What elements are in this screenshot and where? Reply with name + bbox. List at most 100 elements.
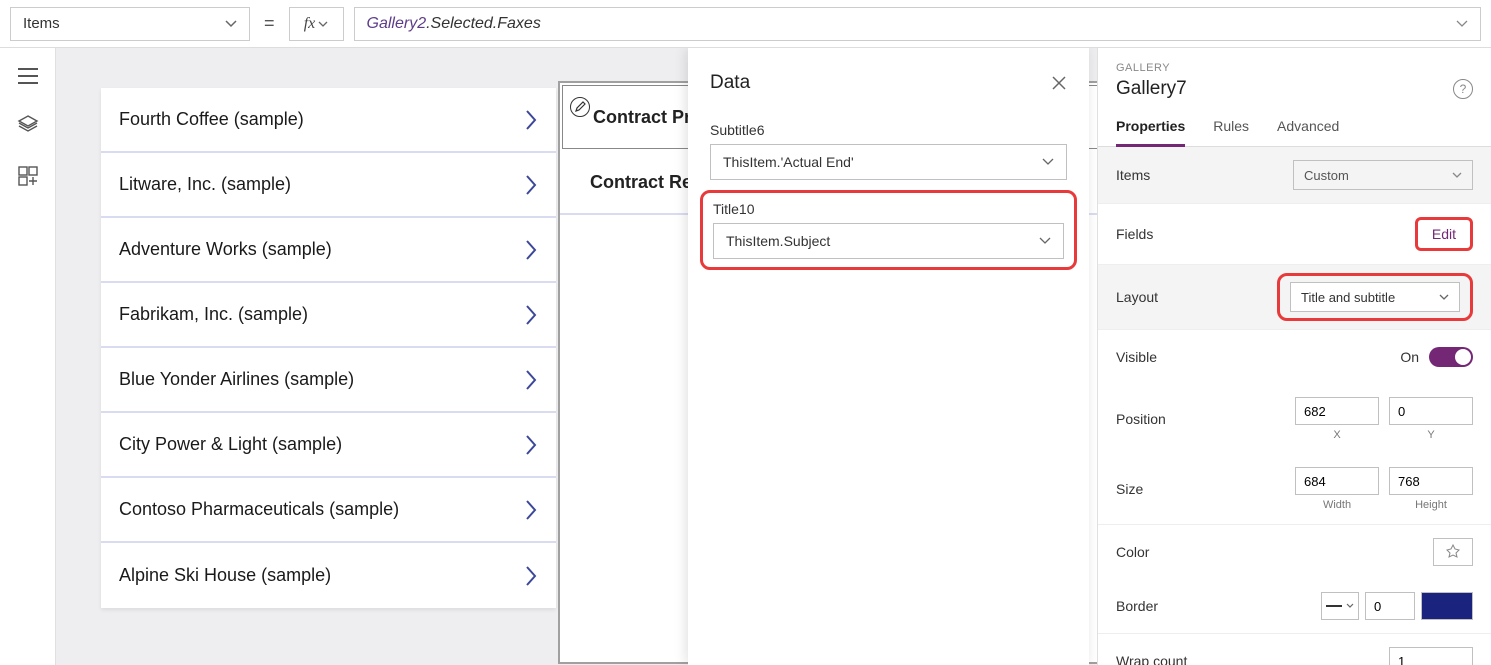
list-item-label: Fourth Coffee (sample) xyxy=(119,109,304,130)
chevron-right-icon xyxy=(524,109,538,131)
subtitle6-value: ThisItem.'Actual End' xyxy=(723,154,854,170)
gallery-accounts[interactable]: Fourth Coffee (sample) Litware, Inc. (sa… xyxy=(101,88,556,608)
fx-label: fx xyxy=(304,15,316,33)
title10-label: Title10 xyxy=(713,201,1064,217)
data-popup-title: Data xyxy=(710,72,750,94)
list-item-label: Adventure Works (sample) xyxy=(119,239,332,260)
visible-toggle[interactable] xyxy=(1429,347,1473,367)
tab-properties[interactable]: Properties xyxy=(1116,118,1185,147)
border-label: Border xyxy=(1116,598,1158,614)
layout-value: Title and subtitle xyxy=(1301,290,1395,305)
wrap-input[interactable] xyxy=(1389,647,1473,665)
layout-select[interactable]: Title and subtitle xyxy=(1290,282,1460,312)
visible-text: On xyxy=(1400,349,1419,365)
size-w-input[interactable] xyxy=(1295,467,1379,495)
position-y-input[interactable] xyxy=(1389,397,1473,425)
position-x-input[interactable] xyxy=(1295,397,1379,425)
layout-row: Layout Title and subtitle xyxy=(1098,265,1491,330)
items-value: Custom xyxy=(1304,168,1349,183)
data-popup: Data Subtitle6 ThisItem.'Actual End' Tit… xyxy=(688,48,1089,665)
layers-icon[interactable] xyxy=(17,114,39,136)
list-item-label: Contoso Pharmaceuticals (sample) xyxy=(119,499,399,520)
formula-token-control: Gallery2 xyxy=(367,15,427,33)
formula-token-rest: .Selected.Faxes xyxy=(426,15,541,33)
subtitle6-label: Subtitle6 xyxy=(710,122,1067,138)
insert-icon[interactable] xyxy=(18,166,38,186)
list-item[interactable]: Adventure Works (sample) xyxy=(101,218,556,283)
close-icon[interactable] xyxy=(1051,75,1067,91)
position-label: Position xyxy=(1116,411,1166,427)
hamburger-icon[interactable] xyxy=(18,68,38,84)
size-label: Size xyxy=(1116,481,1143,497)
list-item-label: City Power & Light (sample) xyxy=(119,434,342,455)
chevron-down-icon xyxy=(1039,237,1051,245)
position-row: Position X Y xyxy=(1098,384,1491,454)
list-item[interactable]: Blue Yonder Airlines (sample) xyxy=(101,348,556,413)
list-item-label: Litware, Inc. (sample) xyxy=(119,174,291,195)
list-item[interactable]: Alpine Ski House (sample) xyxy=(101,543,556,608)
property-selector[interactable]: Items xyxy=(10,7,250,41)
layout-label: Layout xyxy=(1116,289,1158,305)
canvas[interactable]: Fourth Coffee (sample) Litware, Inc. (sa… xyxy=(56,48,1097,665)
pencil-icon[interactable] xyxy=(570,97,590,117)
border-width-input[interactable] xyxy=(1365,592,1415,620)
control-name[interactable]: Gallery7 xyxy=(1116,78,1187,100)
control-type-label: GALLERY xyxy=(1116,62,1473,74)
list-item[interactable]: Litware, Inc. (sample) xyxy=(101,153,556,218)
gallery-row-title: Contract Rev xyxy=(590,172,702,193)
border-row: Border xyxy=(1098,579,1491,634)
panel-tabs: Properties Rules Advanced xyxy=(1098,118,1491,147)
list-item[interactable]: Fourth Coffee (sample) xyxy=(101,88,556,153)
wrap-label: Wrap count xyxy=(1116,653,1187,665)
chevron-right-icon xyxy=(524,499,538,521)
items-label: Items xyxy=(1116,167,1150,183)
border-style-select[interactable] xyxy=(1321,592,1359,620)
size-row: Size Width Height xyxy=(1098,454,1491,525)
title10-select[interactable]: ThisItem.Subject xyxy=(713,223,1064,259)
list-item-label: Fabrikam, Inc. (sample) xyxy=(119,304,308,325)
items-row: Items Custom xyxy=(1098,147,1491,204)
chevron-right-icon xyxy=(524,304,538,326)
wrap-row: Wrap count xyxy=(1098,634,1491,665)
help-icon[interactable]: ? xyxy=(1453,79,1473,99)
tab-advanced[interactable]: Advanced xyxy=(1277,118,1339,146)
list-item-label: Alpine Ski House (sample) xyxy=(119,565,331,586)
items-select[interactable]: Custom xyxy=(1293,160,1473,190)
chevron-down-icon xyxy=(1439,294,1449,301)
fx-button[interactable]: fx xyxy=(289,7,344,41)
equals-symbol: = xyxy=(260,13,279,34)
fields-row: Fields Edit xyxy=(1098,204,1491,265)
sub-w: Width xyxy=(1295,499,1379,511)
formula-input[interactable]: Gallery2.Selected.Faxes xyxy=(354,7,1481,41)
chevron-right-icon xyxy=(524,434,538,456)
chevron-right-icon xyxy=(524,239,538,261)
list-item-label: Blue Yonder Airlines (sample) xyxy=(119,369,354,390)
properties-panel: GALLERY Gallery7 ? Properties Rules Adva… xyxy=(1097,48,1491,665)
size-h-input[interactable] xyxy=(1389,467,1473,495)
border-color-picker[interactable] xyxy=(1421,592,1473,620)
title10-value: ThisItem.Subject xyxy=(726,233,830,249)
gallery-row-title: Contract Pro xyxy=(593,107,702,128)
chevron-right-icon xyxy=(524,369,538,391)
property-selector-value: Items xyxy=(23,15,60,32)
chevron-down-icon xyxy=(1042,158,1054,166)
sub-h: Height xyxy=(1389,499,1473,511)
list-item[interactable]: Fabrikam, Inc. (sample) xyxy=(101,283,556,348)
chevron-right-icon xyxy=(524,565,538,587)
sub-y: Y xyxy=(1389,429,1473,441)
left-nav xyxy=(0,48,56,665)
fields-edit-button[interactable]: Edit xyxy=(1415,217,1473,251)
chevron-down-icon xyxy=(1452,172,1462,179)
chevron-down-icon xyxy=(225,20,237,28)
chevron-down-icon[interactable] xyxy=(1456,20,1468,28)
list-item[interactable]: Contoso Pharmaceuticals (sample) xyxy=(101,478,556,543)
color-row: Color xyxy=(1098,525,1491,579)
color-label: Color xyxy=(1116,544,1149,560)
chevron-right-icon xyxy=(524,174,538,196)
color-picker[interactable] xyxy=(1433,538,1473,566)
list-item[interactable]: City Power & Light (sample) xyxy=(101,413,556,478)
sub-x: X xyxy=(1295,429,1379,441)
subtitle6-select[interactable]: ThisItem.'Actual End' xyxy=(710,144,1067,180)
tab-rules[interactable]: Rules xyxy=(1213,118,1249,146)
formula-bar: Items = fx Gallery2.Selected.Faxes xyxy=(0,0,1491,48)
